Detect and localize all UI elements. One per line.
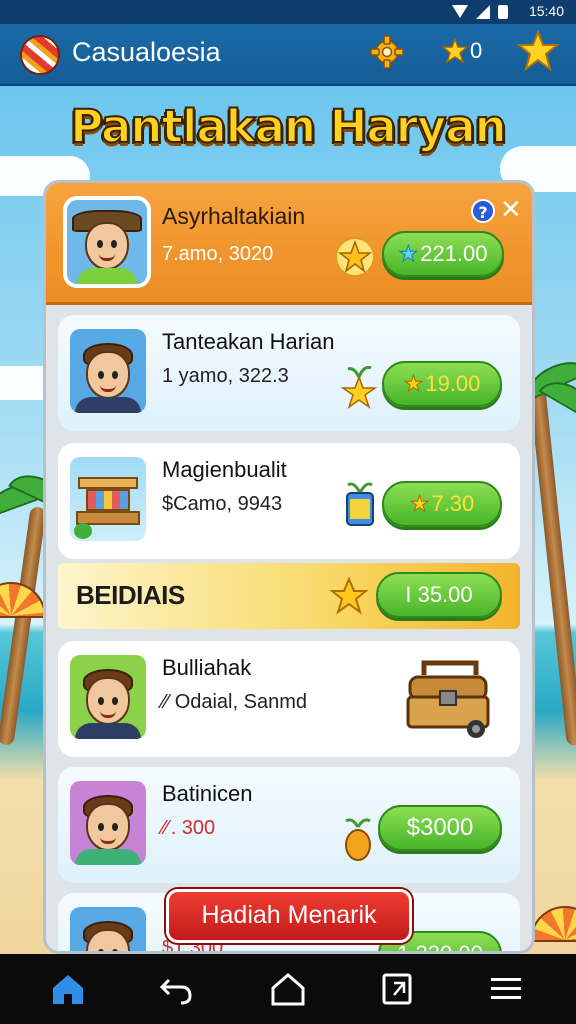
coin-count: 0 bbox=[470, 38, 483, 63]
claim-button[interactable]: ★7.30 bbox=[382, 481, 502, 527]
shop-stall-icon bbox=[70, 457, 146, 541]
item-reward: 19.00 bbox=[425, 371, 481, 396]
header-reward: 221.00 bbox=[420, 241, 488, 266]
avatar bbox=[70, 655, 146, 739]
page-title: Pantlakan Haryan bbox=[69, 99, 507, 154]
header-name: Asyrhaltakiain bbox=[162, 203, 306, 229]
item-subtitle: 1 yamo, 322.3 bbox=[162, 365, 289, 387]
avatar bbox=[63, 196, 151, 288]
status-bar: 15:40 bbox=[0, 0, 576, 24]
gear-icon[interactable] bbox=[369, 34, 405, 70]
app-title: Casualoesia bbox=[72, 37, 221, 67]
item-name: Tanteakan Harian bbox=[162, 329, 335, 354]
list-item[interactable]: Batinicen ⁄⁄. 300 $3000 bbox=[58, 767, 520, 883]
menu-icon[interactable] bbox=[487, 970, 525, 1008]
fruit-icon bbox=[345, 818, 371, 861]
star-plant-icon bbox=[340, 365, 378, 409]
star-icon[interactable] bbox=[517, 30, 559, 72]
close-icon[interactable]: ✕ bbox=[500, 197, 522, 223]
app-bar: Casualoesia 0 bbox=[0, 24, 576, 86]
section-title: BEIDIAIS bbox=[76, 580, 185, 610]
gift-box-icon bbox=[346, 482, 374, 526]
battery-icon bbox=[498, 5, 508, 19]
claim-button[interactable]: ★19.00 bbox=[382, 361, 502, 407]
help-icon[interactable]: ? bbox=[471, 199, 495, 223]
recents-icon[interactable] bbox=[379, 970, 417, 1008]
claim-button[interactable]: I 35.00 bbox=[376, 572, 502, 618]
header-card: Asyrhaltakiain 7.amo, 3020 ? ✕ ★221.00 bbox=[46, 183, 532, 305]
item-reward: $3000 bbox=[406, 814, 474, 841]
claim-button[interactable]: $3000 bbox=[378, 805, 502, 851]
navigation-bar bbox=[0, 954, 576, 1024]
item-reward: 1,330.00 bbox=[397, 941, 483, 954]
avatar bbox=[70, 329, 146, 413]
section-header: BEIDIAIS I 35.00 bbox=[58, 563, 520, 629]
home-icon[interactable] bbox=[49, 970, 87, 1008]
star-icon: ★ bbox=[409, 491, 430, 517]
item-name: Batinicen bbox=[162, 781, 253, 806]
header-subtitle: 7.amo, 3020 bbox=[162, 243, 274, 265]
list-item[interactable]: Bulliahak ⁄⁄ Odaial, Sanmd bbox=[58, 641, 520, 757]
star-icon bbox=[330, 577, 368, 615]
signal-icon bbox=[476, 5, 490, 19]
rewards-cta-button[interactable]: Hadiah Menarik bbox=[166, 889, 412, 943]
status-time: 15:40 bbox=[528, 3, 564, 19]
item-subtitle: ⁄⁄ Odaial, Sanmd bbox=[162, 691, 307, 713]
back-icon[interactable] bbox=[157, 970, 195, 1008]
rewards-panel: Asyrhaltakiain 7.amo, 3020 ? ✕ ★221.00 T… bbox=[43, 180, 535, 954]
coin-star-icon bbox=[442, 38, 468, 64]
app-logo bbox=[20, 35, 60, 75]
treasure-chest-icon bbox=[406, 660, 490, 738]
star-icon: ★ bbox=[398, 241, 419, 267]
wifi-icon bbox=[452, 5, 468, 18]
claim-button[interactable]: ★221.00 bbox=[382, 231, 504, 277]
tag-icon: ⁄⁄ bbox=[162, 691, 169, 713]
tag-icon: ⁄⁄ bbox=[162, 817, 169, 839]
house-icon[interactable] bbox=[269, 970, 307, 1008]
item-subtitle: $Camo, 9943 bbox=[162, 493, 283, 515]
item-reward: 7.30 bbox=[431, 491, 475, 516]
section-reward: I 35.00 bbox=[405, 582, 473, 607]
list-item[interactable]: Tanteakan Harian 1 yamo, 322.3 ★19.00 bbox=[58, 315, 520, 431]
sun-star-icon bbox=[335, 237, 375, 277]
item-subtitle: ⁄⁄. 300 bbox=[162, 817, 216, 839]
avatar bbox=[70, 907, 146, 951]
item-name: Bulliahak bbox=[162, 655, 252, 680]
star-icon: ★ bbox=[403, 371, 424, 397]
list-item[interactable]: Magienbualit $Camo, 9943 ★7.30 bbox=[58, 443, 520, 559]
avatar bbox=[70, 781, 146, 865]
item-name: Magienbualit bbox=[162, 457, 287, 482]
